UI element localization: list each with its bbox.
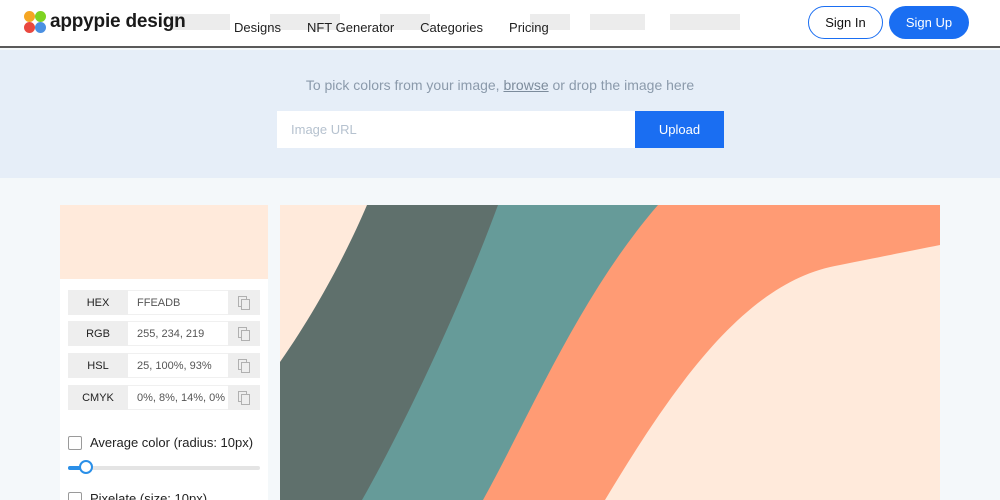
copy-hex-button[interactable] <box>228 290 260 315</box>
cmyk-label: CMYK <box>68 385 128 410</box>
image-url-input[interactable] <box>277 111 635 148</box>
radius-slider[interactable] <box>68 460 260 474</box>
copy-icon <box>238 358 250 373</box>
hsl-label: HSL <box>68 353 128 378</box>
copy-icon <box>238 390 250 405</box>
hsl-row: HSL 25, 100%, 93% <box>68 353 260 378</box>
logo-text: appypie design <box>50 11 186 32</box>
hsl-value[interactable]: 25, 100%, 93% <box>128 353 228 378</box>
average-color-label: Average color (radius: 10px) <box>90 435 254 450</box>
pixelate-label: Pixelate (size: 10px) <box>90 491 208 500</box>
image-preview[interactable] <box>280 205 940 500</box>
copy-icon <box>238 326 250 341</box>
sign-up-button[interactable]: Sign Up <box>889 6 969 39</box>
average-color-option[interactable]: Average color (radius: 10px) <box>68 435 253 450</box>
pixelate-option[interactable]: Pixelate (size: 10px) <box>68 491 207 500</box>
copy-rgb-button[interactable] <box>228 321 260 346</box>
hex-value[interactable]: FFEADB <box>128 290 228 315</box>
browse-link[interactable]: browse <box>503 77 548 93</box>
radius-slider-thumb[interactable] <box>79 460 93 474</box>
cmyk-value[interactable]: 0%, 8%, 14%, 0% <box>128 385 228 410</box>
color-info-panel: HEX FFEADB RGB 255, 234, 219 HSL 25, 100… <box>60 205 268 500</box>
rgb-value[interactable]: 255, 234, 219 <box>128 321 228 346</box>
pixelate-checkbox[interactable] <box>68 491 82 500</box>
average-color-checkbox[interactable] <box>68 435 82 450</box>
rgb-label: RGB <box>68 321 128 346</box>
copy-hsl-button[interactable] <box>228 353 260 378</box>
nav-categories[interactable]: Categories <box>420 20 483 35</box>
color-swatch <box>60 205 268 279</box>
upload-hint-text: To pick colors from your image, <box>305 77 504 93</box>
main-nav: Designs NFT Generator Categories Pricing <box>234 20 575 35</box>
copy-cmyk-button[interactable] <box>228 385 260 410</box>
upload-hint-text-end: or drop the image here <box>548 77 695 93</box>
sign-in-button[interactable]: Sign In <box>808 6 883 39</box>
nav-nft-generator[interactable]: NFT Generator <box>307 20 394 35</box>
cmyk-row: CMYK 0%, 8%, 14%, 0% <box>68 385 260 410</box>
copy-icon <box>238 295 250 310</box>
rgb-row: RGB 255, 234, 219 <box>68 321 260 346</box>
appypie-logo[interactable]: appypie design <box>24 11 186 33</box>
hex-label: HEX <box>68 290 128 315</box>
upload-button[interactable]: Upload <box>635 111 724 148</box>
appypie-logo-icon <box>24 11 46 33</box>
hex-row: HEX FFEADB <box>68 290 260 315</box>
abstract-waves-image <box>280 205 940 500</box>
nav-designs[interactable]: Designs <box>234 20 281 35</box>
upload-hint: To pick colors from your image, browse o… <box>0 77 1000 93</box>
top-header: appypie design Designs NFT Generator Cat… <box>0 0 1000 48</box>
upload-section: To pick colors from your image, browse o… <box>0 50 1000 178</box>
nav-pricing[interactable]: Pricing <box>509 20 549 35</box>
